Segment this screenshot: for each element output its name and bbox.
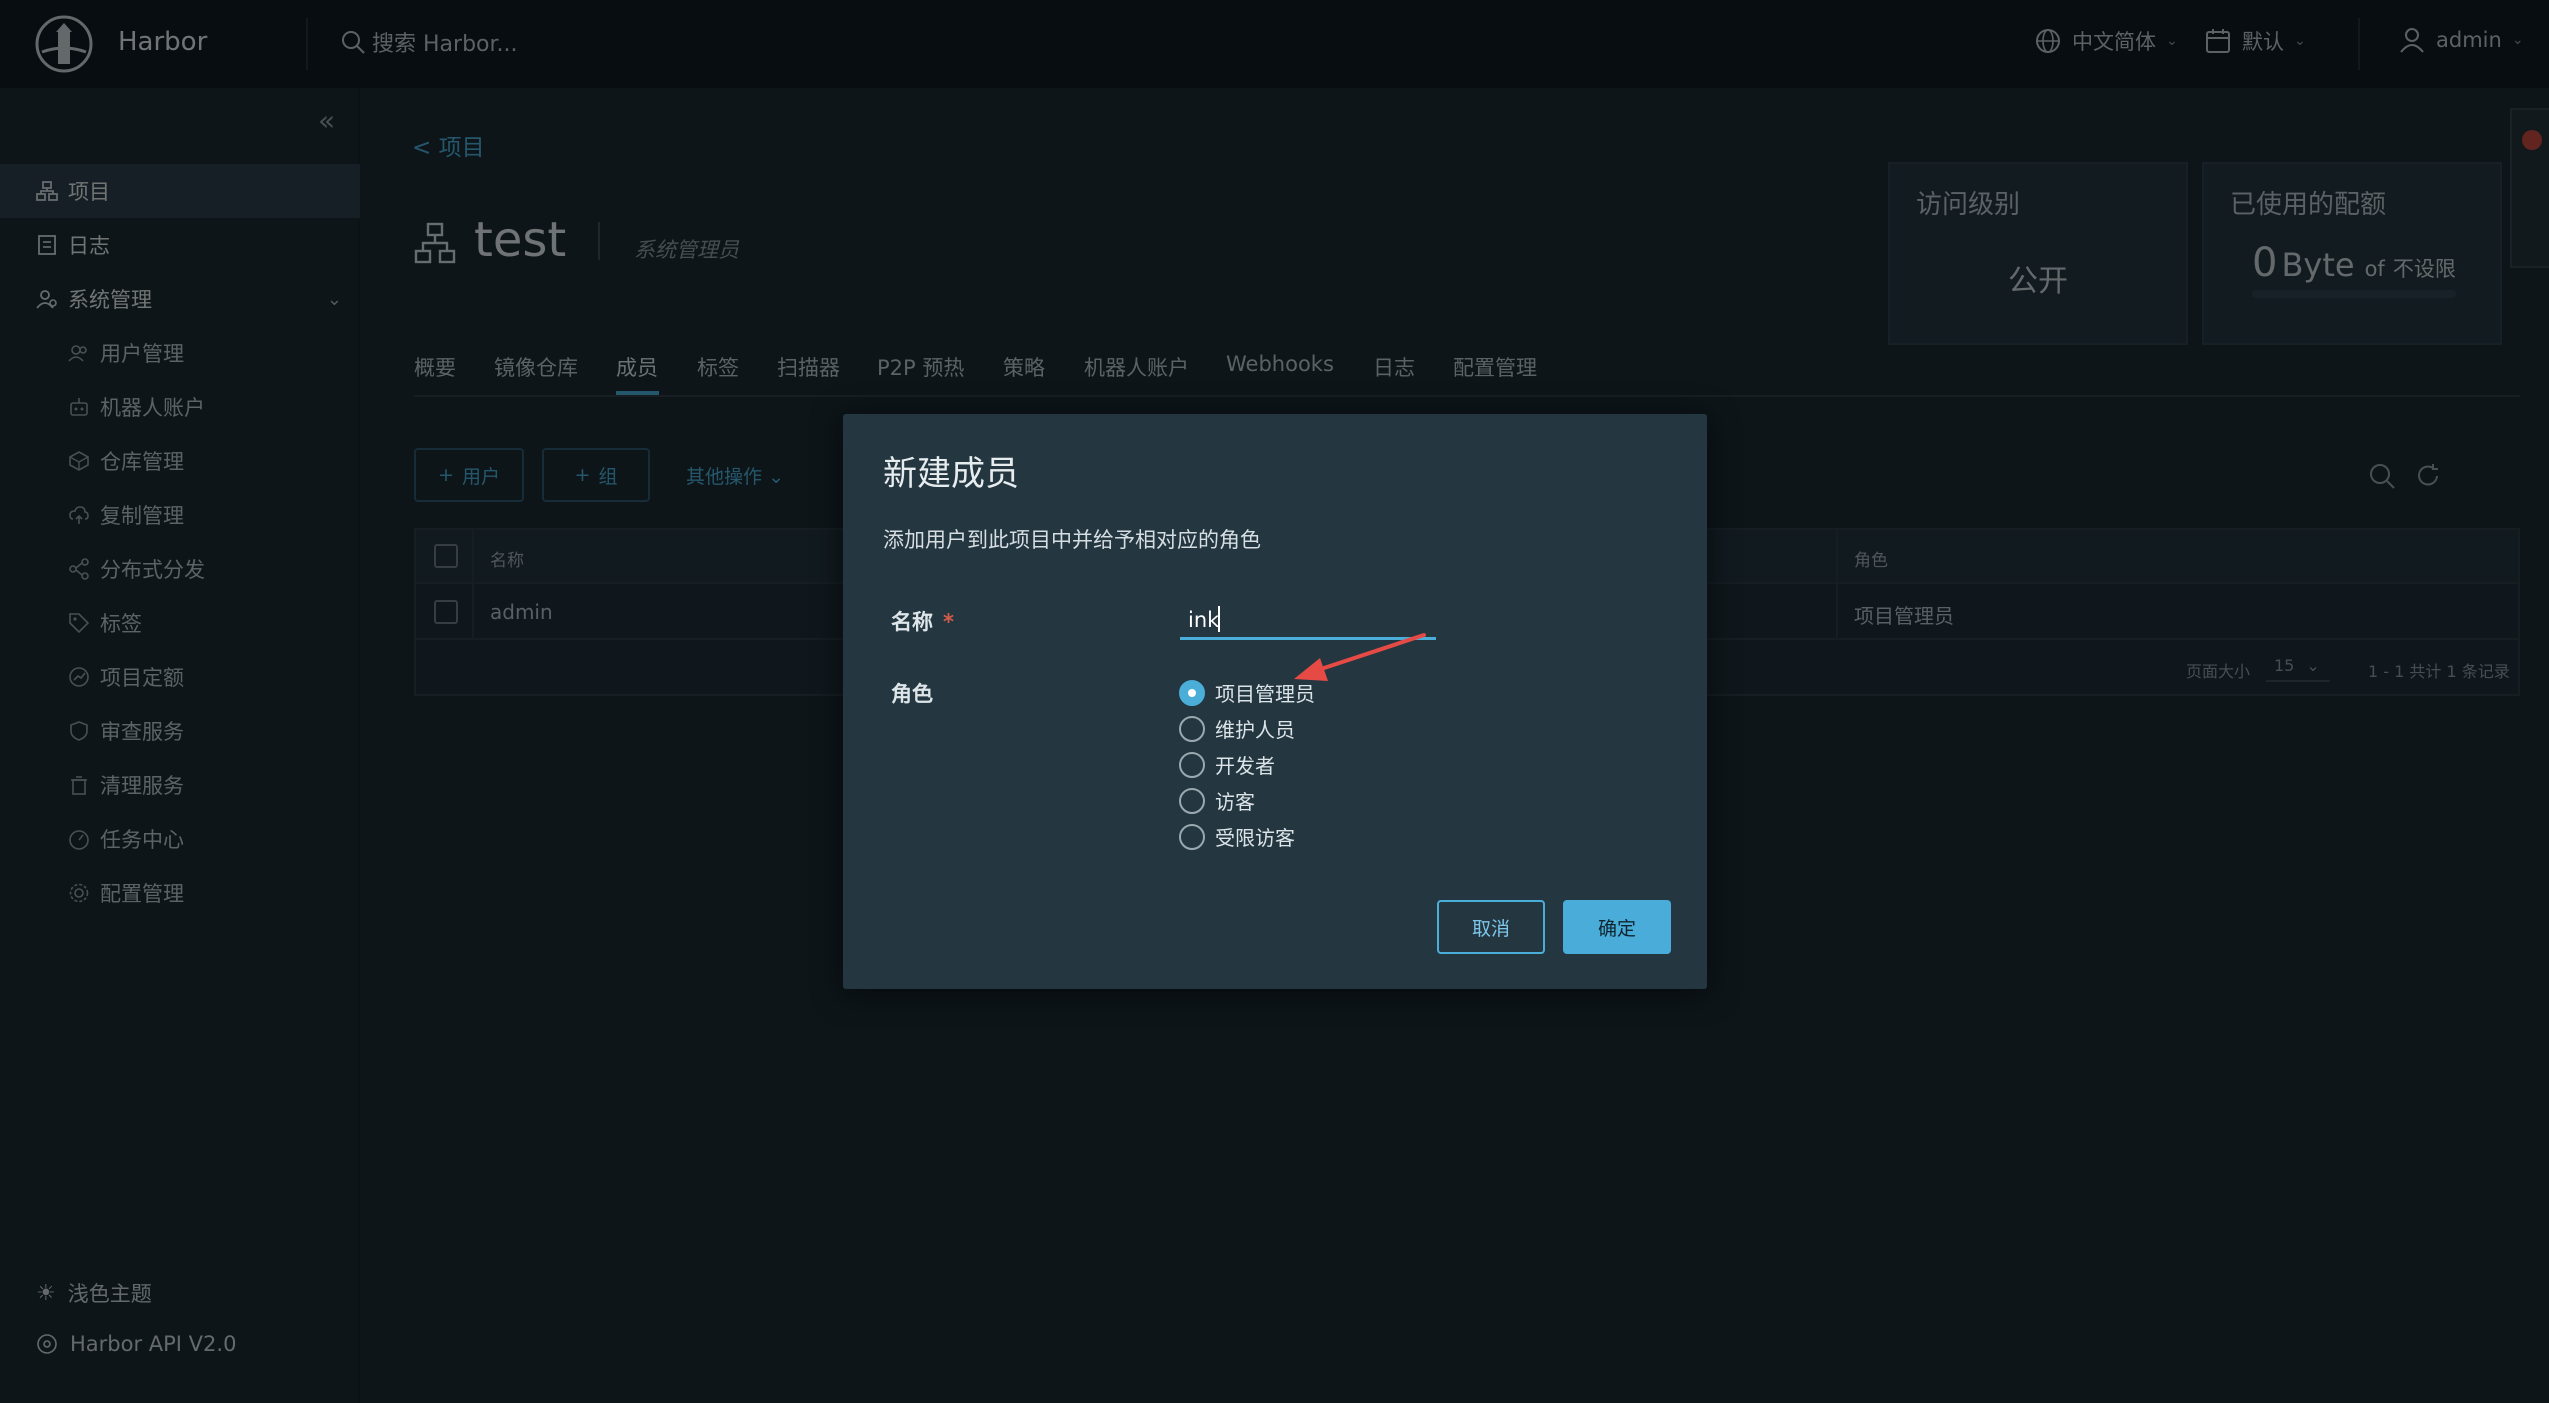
text-cursor (1218, 606, 1220, 632)
role-option-label: 维护人员 (1215, 718, 1295, 742)
role-option-limited-guest[interactable]: 受限访客 (1179, 822, 1295, 851)
name-field-label: 名称 * (891, 606, 954, 636)
dialog-title: 新建成员 (883, 454, 1019, 494)
role-field-label: 角色 (891, 682, 933, 706)
role-option-label: 访客 (1215, 790, 1255, 814)
radio-unselected[interactable] (1179, 751, 1205, 778)
role-option-label: 开发者 (1215, 754, 1275, 778)
new-member-dialog: 新建成员 添加用户到此项目中并给予相对应的角色 名称 * ink 角色 项目管理员… (843, 414, 1707, 989)
role-option-project-admin[interactable]: 项目管理员 (1179, 678, 1315, 707)
role-option-label: 项目管理员 (1215, 682, 1315, 706)
radio-unselected[interactable] (1179, 787, 1205, 814)
role-option-label: 受限访客 (1215, 826, 1295, 850)
role-option-guest[interactable]: 访客 (1179, 786, 1255, 815)
radio-unselected[interactable] (1179, 823, 1205, 850)
role-option-maintainer[interactable]: 维护人员 (1179, 714, 1295, 743)
member-name-input[interactable]: ink (1180, 598, 1436, 640)
radio-unselected[interactable] (1179, 715, 1205, 742)
cancel-button[interactable]: 取消 (1437, 900, 1545, 954)
dialog-description: 添加用户到此项目中并给予相对应的角色 (883, 528, 1261, 552)
required-asterisk: * (943, 610, 954, 634)
member-name-value[interactable]: ink (1188, 608, 1219, 632)
role-option-developer[interactable]: 开发者 (1179, 750, 1275, 779)
name-label-text: 名称 (891, 610, 933, 634)
confirm-button[interactable]: 确定 (1563, 900, 1671, 954)
radio-selected[interactable] (1179, 679, 1205, 706)
